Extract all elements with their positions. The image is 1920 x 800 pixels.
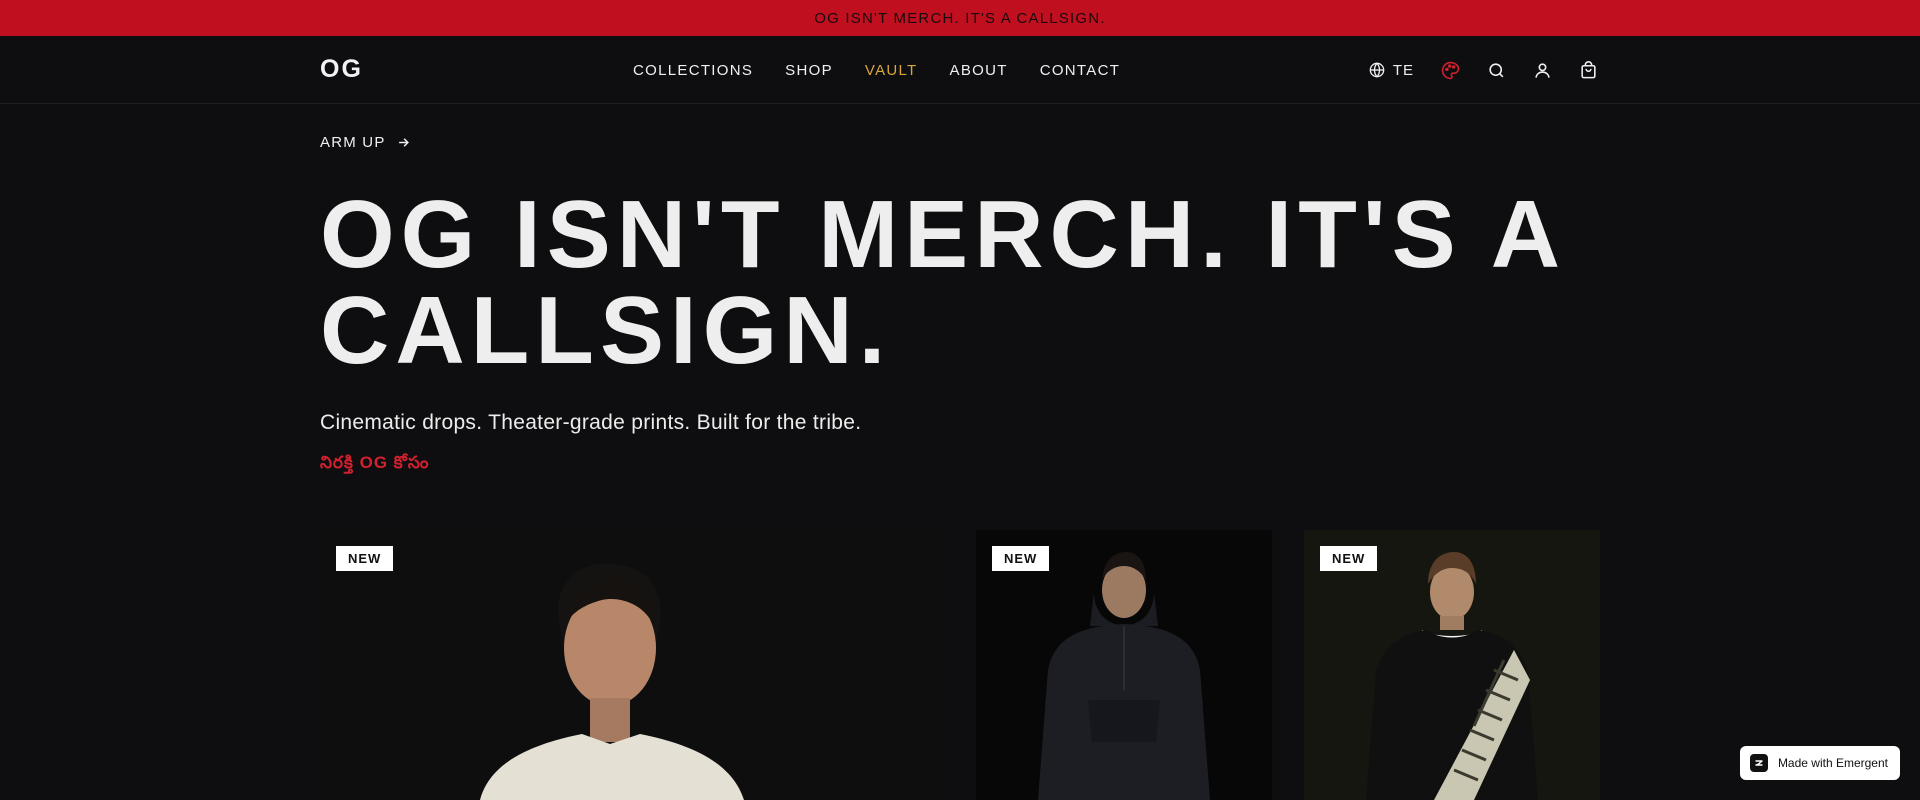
emergent-label: Made with Emergent <box>1777 756 1888 770</box>
header-tools: TE <box>1369 36 1598 104</box>
new-badge: NEW <box>336 546 394 571</box>
telugu-tagline: నిరక్తి OG కోసం <box>320 453 430 472</box>
search-icon <box>1488 62 1503 77</box>
nav-collections[interactable]: COLLECTIONS <box>633 62 753 79</box>
nav-about[interactable]: ABOUT <box>950 62 1008 79</box>
hero-tagline: Cinematic drops. Theater-grade prints. B… <box>320 411 862 434</box>
cart-button[interactable] <box>1578 60 1598 80</box>
new-badge: NEW <box>1320 546 1378 571</box>
nav-vault[interactable]: VAULT <box>865 62 918 79</box>
announcement-bar: OG ISN'T MERCH. IT'S A CALLSIGN. <box>0 0 1920 36</box>
hero-section: ARM UP OG ISN'T MERCH. IT'S A CALLSIGN. … <box>320 104 1600 477</box>
arm-up-label: ARM UP <box>320 134 386 151</box>
product-image <box>320 530 943 800</box>
announcement-text: OG ISN'T MERCH. IT'S A CALLSIGN. <box>814 9 1106 27</box>
product-card[interactable]: NEW <box>976 530 1272 800</box>
theme-button[interactable] <box>1440 60 1460 80</box>
product-card[interactable]: NEW <box>1304 530 1600 800</box>
search-button[interactable] <box>1486 60 1506 80</box>
new-badge: NEW <box>992 546 1050 571</box>
main-nav: COLLECTIONS SHOP VAULT ABOUT CONTACT <box>633 36 1120 104</box>
site-header: OG COLLECTIONS SHOP VAULT ABOUT CONTACT … <box>0 36 1920 104</box>
nav-shop[interactable]: SHOP <box>785 62 833 79</box>
language-label: TE <box>1392 61 1414 79</box>
product-grid: NEW NEW NEW <box>320 530 1600 800</box>
arrow-right-icon <box>398 138 409 147</box>
made-with-emergent-badge[interactable]: Made with Emergent <box>1739 746 1900 780</box>
brand-logo[interactable]: OG <box>320 55 363 84</box>
nav-contact[interactable]: CONTACT <box>1040 62 1120 79</box>
arm-up-link[interactable]: ARM UP <box>320 134 1600 151</box>
product-card[interactable]: NEW <box>320 530 943 800</box>
emergent-logo-icon <box>1749 754 1768 772</box>
bag-icon <box>1580 60 1596 78</box>
headline-line-1: OG ISN'T MERCH. IT'S A <box>320 181 1567 288</box>
user-icon <box>1534 62 1550 78</box>
hero-headline: OG ISN'T MERCH. IT'S A CALLSIGN. <box>320 187 1600 379</box>
palette-icon <box>1441 61 1459 79</box>
globe-icon <box>1369 62 1385 78</box>
account-button[interactable] <box>1532 60 1552 80</box>
language-switcher[interactable]: TE <box>1369 62 1414 79</box>
headline-line-2: CALLSIGN. <box>320 277 892 384</box>
